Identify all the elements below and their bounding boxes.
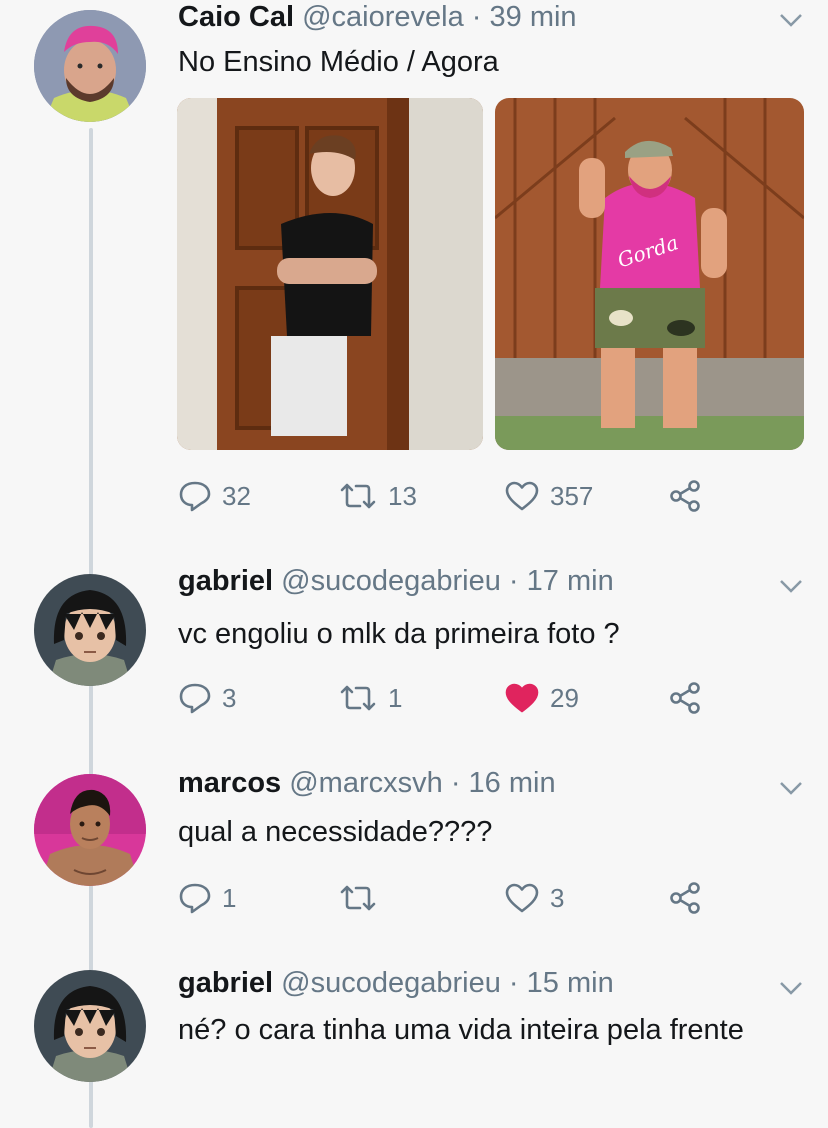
- tweet[interactable]: marcos @marcxsvh · 16 min qual a necessi…: [0, 764, 828, 944]
- reply-count: 1: [222, 882, 237, 913]
- reply-count: 32: [222, 480, 251, 511]
- reply-icon: [178, 479, 212, 513]
- tweet-media[interactable]: Gorda: [177, 98, 804, 450]
- retweet-count: 1: [388, 682, 403, 713]
- share-icon: [668, 681, 702, 715]
- heart-icon: [504, 480, 540, 512]
- like-count: 357: [550, 480, 594, 511]
- tweet-text: qual a necessidade????: [178, 816, 493, 848]
- photo-after[interactable]: Gorda: [495, 98, 804, 450]
- heart-icon: [504, 682, 540, 714]
- retweet-icon: [338, 683, 378, 713]
- retweet-button[interactable]: 1: [338, 678, 402, 718]
- tweet-actions: 1 3: [178, 878, 808, 918]
- reply-icon: [178, 881, 212, 915]
- reply-button[interactable]: 32: [178, 476, 251, 516]
- separator-dot: ·: [508, 967, 519, 999]
- user-handle[interactable]: @sucodegabrieu: [281, 967, 501, 999]
- avatar[interactable]: [34, 10, 146, 122]
- retweet-icon: [338, 481, 378, 511]
- avatar[interactable]: [34, 574, 146, 686]
- tweet-header: marcos @marcxsvh · 16 min: [178, 766, 556, 800]
- tweet-text: né? o cara tinha uma vida inteira pela f…: [178, 1014, 744, 1046]
- heart-icon: [504, 882, 540, 914]
- display-name[interactable]: marcos: [178, 767, 281, 799]
- retweet-icon: [338, 883, 378, 913]
- tweet-actions: 32 13 357: [178, 476, 808, 516]
- tweet[interactable]: gabriel @sucodegabrieu · 15 min né? o ca…: [0, 962, 828, 1122]
- like-count: 3: [550, 882, 565, 913]
- display-name[interactable]: gabriel: [178, 967, 273, 999]
- like-button[interactable]: 3: [504, 878, 564, 918]
- display-name[interactable]: gabriel: [178, 565, 273, 597]
- display-name[interactable]: Caio Cal: [178, 1, 294, 33]
- avatar[interactable]: [34, 774, 146, 886]
- share-icon: [668, 479, 702, 513]
- tweet-header: gabriel @sucodegabrieu · 17 min: [178, 564, 614, 598]
- chevron-down-icon[interactable]: [778, 778, 804, 798]
- share-icon: [668, 881, 702, 915]
- share-button[interactable]: [668, 678, 702, 718]
- tweet-header: gabriel @sucodegabrieu · 15 min: [178, 966, 614, 1000]
- tweet[interactable]: Caio Cal @caiorevela · 39 min No Ensino …: [0, 0, 828, 540]
- tweet-text: No Ensino Médio / Agora: [178, 46, 499, 78]
- retweet-count: 13: [388, 480, 417, 511]
- timestamp[interactable]: 39 min: [490, 1, 577, 33]
- user-handle[interactable]: @sucodegabrieu: [281, 565, 501, 597]
- like-count: 29: [550, 682, 579, 713]
- tweet-text: vc engoliu o mlk da primeira foto ?: [178, 618, 620, 650]
- user-handle[interactable]: @marcxsvh: [289, 767, 443, 799]
- timestamp[interactable]: 17 min: [527, 565, 614, 597]
- reply-count: 3: [222, 682, 237, 713]
- tweet-actions: 3 1 29: [178, 678, 808, 718]
- chevron-down-icon[interactable]: [778, 576, 804, 596]
- tweet-header: Caio Cal @caiorevela · 39 min: [178, 0, 577, 34]
- retweet-button[interactable]: 13: [338, 476, 417, 516]
- timestamp[interactable]: 16 min: [469, 767, 556, 799]
- avatar[interactable]: [34, 970, 146, 1082]
- like-button[interactable]: 29: [504, 678, 579, 718]
- chevron-down-icon[interactable]: [778, 978, 804, 998]
- user-handle[interactable]: @caiorevela: [302, 1, 464, 33]
- tweet[interactable]: gabriel @sucodegabrieu · 17 min vc engol…: [0, 564, 828, 754]
- chevron-down-icon[interactable]: [778, 10, 804, 30]
- like-button[interactable]: 357: [504, 476, 593, 516]
- share-button[interactable]: [668, 476, 702, 516]
- timestamp[interactable]: 15 min: [527, 967, 614, 999]
- reply-button[interactable]: 1: [178, 878, 236, 918]
- separator-dot: ·: [508, 565, 519, 597]
- photo-before[interactable]: [177, 98, 483, 450]
- retweet-button[interactable]: [338, 878, 388, 918]
- reply-button[interactable]: 3: [178, 678, 236, 718]
- separator-dot: ·: [471, 1, 482, 33]
- separator-dot: ·: [450, 767, 461, 799]
- reply-icon: [178, 681, 212, 715]
- share-button[interactable]: [668, 878, 702, 918]
